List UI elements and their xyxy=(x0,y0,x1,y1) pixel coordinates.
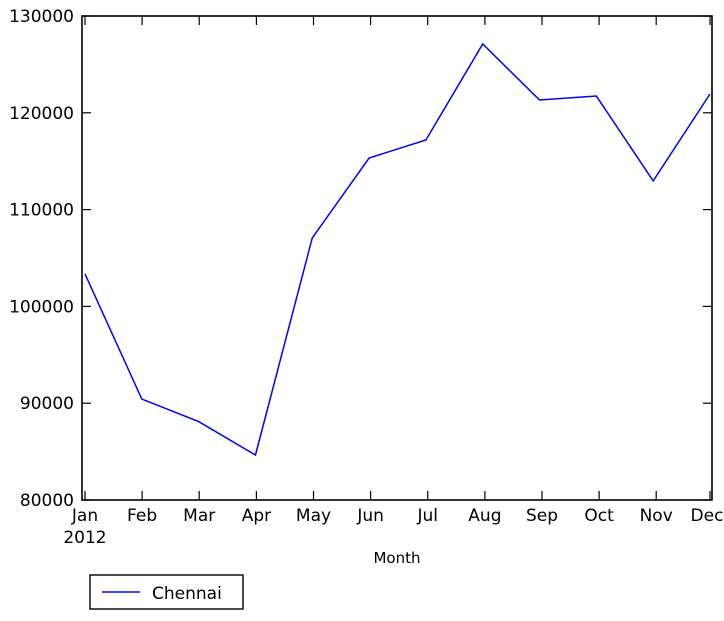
y-tick-label-130000: 130000 xyxy=(9,7,74,27)
x-tick-label-dec: Dec xyxy=(691,506,724,526)
y-tick-label-100000: 100000 xyxy=(9,297,74,317)
x-tick-label-oct: Oct xyxy=(584,506,614,526)
y-tick-label-120000: 120000 xyxy=(9,104,74,124)
legend-label-chennai: Chennai xyxy=(152,584,222,604)
x-tick-label-jan: Jan xyxy=(71,506,98,526)
x-tick-sublabel-year: 2012 xyxy=(63,528,106,548)
x-tick-label-aug: Aug xyxy=(468,506,501,526)
x-axis-ticks xyxy=(84,16,711,500)
x-tick-label-mar: Mar xyxy=(183,506,215,526)
x-tick-label-sep: Sep xyxy=(526,506,558,526)
chart-figure: 80000 90000 100000 110000 120000 130000 xyxy=(0,0,724,621)
data-series-chennai xyxy=(84,42,711,457)
x-axis-label: Month xyxy=(373,549,420,567)
y-tick-label-90000: 90000 xyxy=(20,394,74,414)
y-axis-tick-labels: 80000 90000 100000 110000 120000 130000 xyxy=(9,7,74,511)
y-tick-label-80000: 80000 xyxy=(20,491,74,511)
legend: Chennai xyxy=(89,574,244,610)
y-tick-label-110000: 110000 xyxy=(9,201,74,221)
x-tick-label-jun: Jun xyxy=(356,506,384,526)
plot-frame xyxy=(81,15,713,501)
y-axis-ticks xyxy=(82,15,712,501)
x-tick-label-nov: Nov xyxy=(640,506,673,526)
x-tick-label-apr: Apr xyxy=(242,506,271,526)
x-tick-label-jul: Jul xyxy=(416,506,438,526)
x-axis-tick-labels: Jan Feb Mar Apr May Jun Jul Aug Sep Oct … xyxy=(63,506,723,548)
x-tick-label-may: May xyxy=(296,506,331,526)
line-chart-canvas: 80000 90000 100000 110000 120000 130000 xyxy=(9,7,723,610)
x-tick-label-feb: Feb xyxy=(127,506,157,526)
